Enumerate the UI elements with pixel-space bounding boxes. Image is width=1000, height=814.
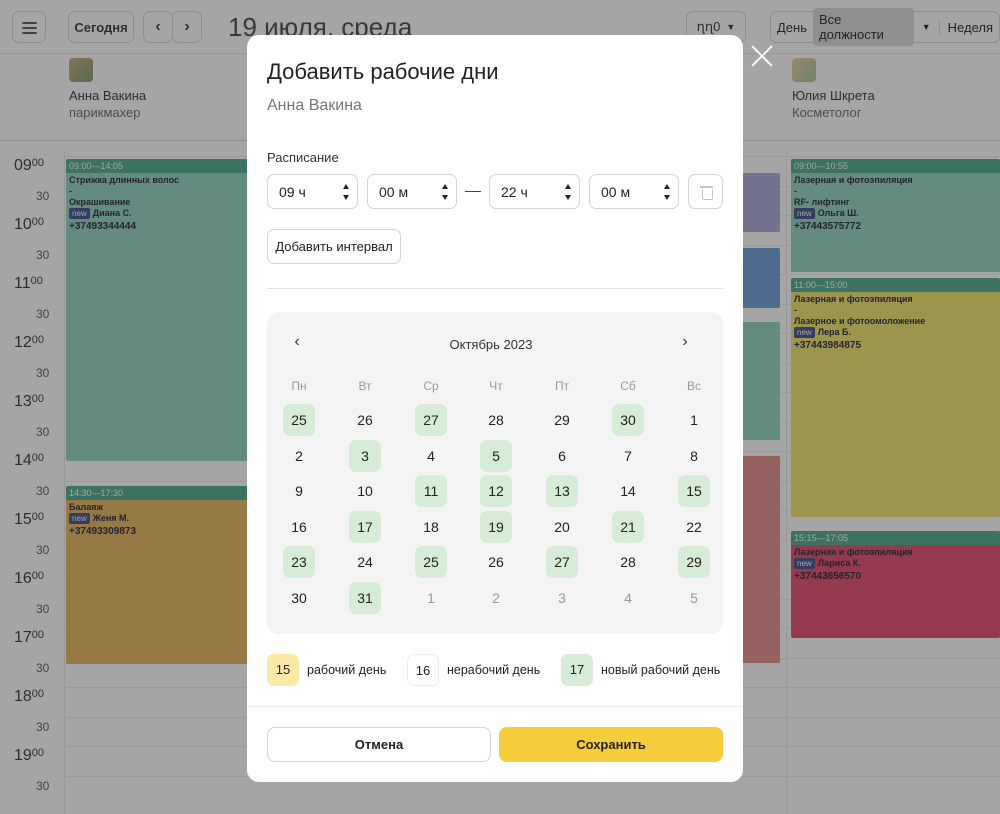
calendar-day[interactable]: 4	[612, 582, 644, 614]
calendar-day-new-working[interactable]: 5	[480, 439, 512, 472]
calendar-day[interactable]: 29	[546, 404, 578, 436]
range-dash	[465, 191, 481, 192]
weekday-label: Ср	[423, 379, 439, 393]
weekday-label: Сб	[620, 379, 636, 393]
calendar-day-new-working[interactable]: 31	[349, 582, 381, 614]
calendar-day[interactable]: 18	[415, 511, 447, 543]
weekday-label: Вт	[358, 379, 372, 393]
calendar-day-new-working[interactable]: 27	[415, 404, 447, 436]
calendar-day[interactable]: 10	[349, 475, 381, 507]
start-minute-select[interactable]: 00 м	[367, 174, 457, 209]
legend-nonworking-chip: 16	[407, 654, 439, 686]
add-working-days-dialog: Добавить рабочие дни Анна Вакина Расписа…	[247, 35, 743, 782]
calendar-day-new-working[interactable]: 15	[678, 475, 710, 508]
calendar-day[interactable]: 20	[546, 511, 578, 543]
calendar-day[interactable]: 26	[480, 546, 512, 578]
weekday-label: Чт	[489, 379, 503, 393]
end-hour-value: 22 ч	[501, 183, 528, 200]
calendar-day[interactable]: 24	[349, 546, 381, 578]
calendar-day-new-working[interactable]: 11	[415, 475, 447, 508]
calendar-day-new-working[interactable]: 3	[349, 439, 381, 472]
save-button[interactable]: Сохранить	[499, 727, 723, 762]
end-minute-value: 00 м	[601, 183, 631, 200]
calendar-day[interactable]: 8	[678, 440, 710, 472]
next-month-icon[interactable]: ›	[678, 334, 692, 350]
calendar-day[interactable]: 22	[678, 511, 710, 543]
calendar-day[interactable]: 28	[480, 404, 512, 436]
trash-icon	[700, 185, 713, 200]
calendar-day[interactable]: 5	[678, 582, 710, 614]
sort-arrows-icon	[343, 184, 350, 200]
footer-divider	[247, 706, 743, 707]
weekday-label: Пт	[554, 379, 570, 393]
start-minute-value: 00 м	[379, 183, 409, 200]
start-hour-select[interactable]: 09 ч	[267, 174, 358, 209]
calendar-day-new-working[interactable]: 19	[480, 510, 512, 543]
calendar-day[interactable]: 1	[415, 582, 447, 614]
calendar-day[interactable]: 30	[283, 582, 315, 614]
calendar-day[interactable]: 2	[480, 582, 512, 614]
calendar-day-new-working[interactable]: 30	[612, 404, 644, 436]
calendar-day-new-working[interactable]: 21	[612, 510, 644, 543]
sort-arrows-icon	[565, 184, 572, 200]
sort-arrows-icon	[442, 184, 449, 200]
legend-nonworking-label: нерабочий день	[447, 663, 541, 677]
calendar-day[interactable]: 28	[612, 546, 644, 578]
add-interval-button[interactable]: Добавить интервал	[267, 229, 401, 264]
weekday-label: Пн	[291, 379, 307, 393]
close-icon[interactable]	[750, 44, 774, 68]
calendar: ‹ Октябрь 2023 › Пн Вт Ср Чт Пт Сб Вс 25 26 27 28 2…	[267, 312, 723, 634]
calendar-month: Октябрь 2023	[449, 337, 533, 352]
legend-new-working-label: новый рабочий день	[601, 663, 721, 677]
calendar-day[interactable]: 6	[546, 440, 578, 472]
calendar-day[interactable]: 14	[612, 475, 644, 507]
calendar-day-new-working[interactable]: 12	[480, 475, 512, 508]
sort-arrows-icon	[664, 184, 671, 200]
calendar-day[interactable]: 26	[349, 404, 381, 436]
legend-working-label: рабочий день	[307, 663, 387, 677]
calendar-day-new-working[interactable]: 13	[546, 475, 578, 508]
calendar-day[interactable]: 1	[678, 404, 710, 436]
schedule-label: Расписание	[267, 150, 339, 165]
weekday-label: Вс	[686, 379, 701, 393]
calendar-day-new-working[interactable]: 27	[546, 546, 578, 579]
calendar-day-new-working[interactable]: 23	[283, 546, 315, 579]
calendar-day-new-working[interactable]: 17	[349, 510, 381, 543]
divider	[267, 288, 723, 289]
calendar-day-new-working[interactable]: 29	[678, 546, 710, 579]
end-minute-select[interactable]: 00 м	[589, 174, 679, 209]
legend-working-chip: 15	[267, 654, 299, 686]
end-hour-select[interactable]: 22 ч	[489, 174, 580, 209]
employee-name: Анна Вакина	[267, 97, 362, 114]
calendar-day[interactable]: 7	[612, 440, 644, 472]
calendar-day[interactable]: 2	[283, 440, 315, 472]
calendar-day[interactable]: 16	[283, 511, 315, 543]
calendar-day-new-working[interactable]: 25	[415, 546, 447, 579]
calendar-day-new-working[interactable]: 25	[283, 404, 315, 436]
start-hour-value: 09 ч	[279, 183, 306, 200]
legend-new-working-chip: 17	[561, 654, 593, 686]
calendar-day[interactable]: 3	[546, 582, 578, 614]
calendar-day[interactable]: 9	[283, 475, 315, 507]
delete-interval-button[interactable]	[688, 174, 723, 209]
cancel-button[interactable]: Отмена	[267, 727, 491, 762]
dialog-title: Добавить рабочие дни	[267, 59, 499, 84]
calendar-day[interactable]: 4	[415, 440, 447, 472]
